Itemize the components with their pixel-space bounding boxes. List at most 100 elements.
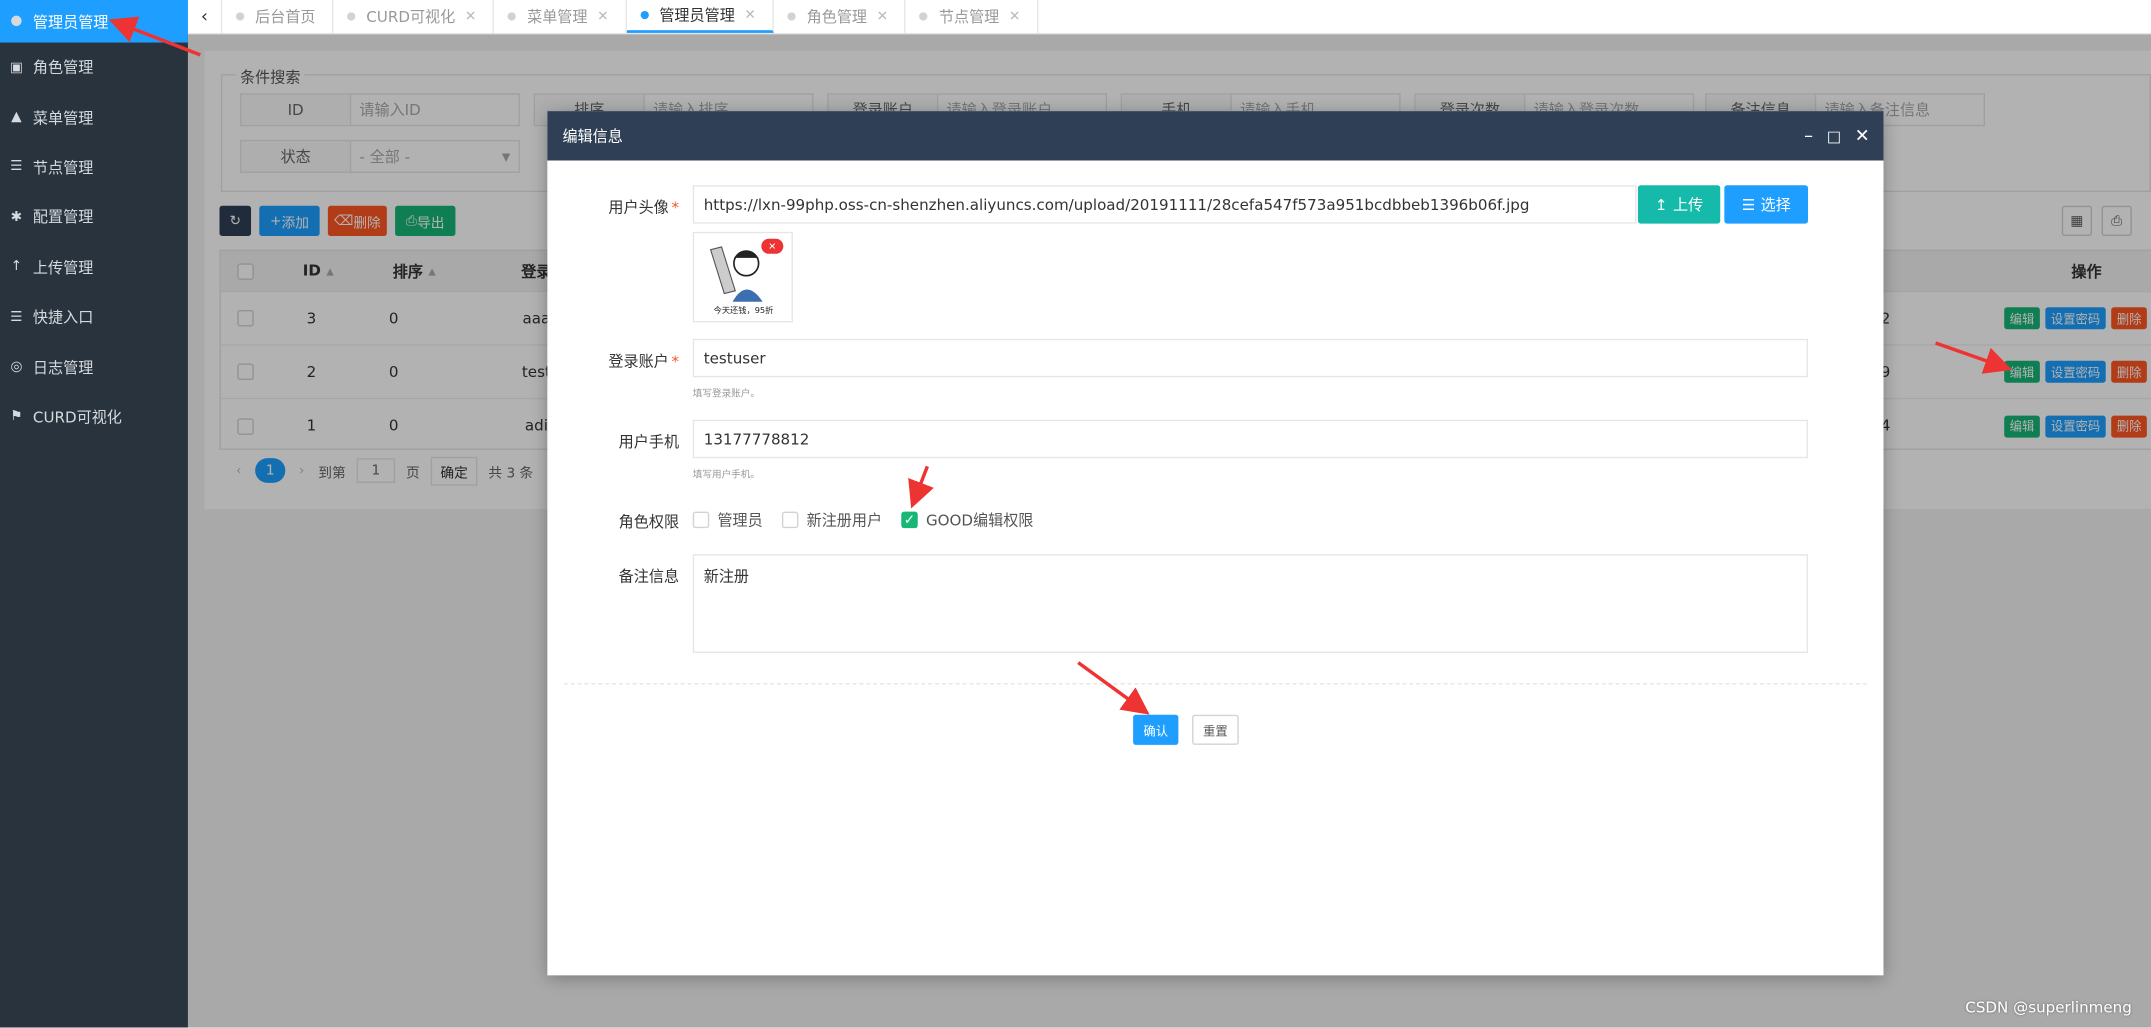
sidebar-item-label: 节点管理: [32, 159, 94, 177]
list-icon: ☰: [10, 309, 23, 325]
required-mark: *: [671, 198, 680, 217]
sidebar-item-label: 日志管理: [32, 358, 94, 377]
role-checkbox-good-edit[interactable]: ✓ GOOD编辑权限: [901, 509, 1033, 531]
form-divider: [563, 683, 1868, 685]
role-option-label: GOOD编辑权限: [925, 511, 1034, 530]
tab-dot: [787, 12, 796, 21]
reset-button[interactable]: 重置: [1192, 714, 1239, 745]
sidebar-item-label: 角色管理: [32, 59, 94, 78]
select-button-label: 选择: [1760, 196, 1791, 215]
tab-role[interactable]: 角色管理 ✕: [774, 0, 906, 33]
role-checkbox-admin[interactable]: 管理员: [692, 509, 763, 531]
sidebar-item-shortcut[interactable]: ☰ 快捷入口: [0, 292, 188, 342]
user-icon: ●: [10, 13, 23, 29]
phone-label: 用户手机: [618, 433, 680, 452]
tab-home[interactable]: 后台首页: [222, 0, 334, 33]
sidebar-item-admin[interactable]: ● 管理员管理: [0, 0, 188, 43]
upload-arrow-icon: ↑: [10, 259, 23, 275]
upload-button-label: 上传: [1673, 196, 1704, 215]
tab-dot: [507, 12, 517, 21]
account-hint: 填写登录账户。: [692, 388, 760, 400]
sidebar-item-role[interactable]: ▣ 角色管理: [0, 43, 188, 93]
chevron-left-icon: ‹: [200, 6, 208, 27]
upload-button[interactable]: ↥ 上传: [1637, 185, 1721, 224]
account-label: 登录账户 *: [547, 350, 679, 372]
close-icon[interactable]: ✕: [1855, 126, 1870, 147]
tab-menu[interactable]: 菜单管理 ✕: [494, 0, 627, 33]
tab-label: 菜单管理: [527, 8, 588, 27]
tree-icon: ▲: [11, 109, 22, 125]
log-icon: ◎: [10, 359, 23, 375]
select-button[interactable]: ☰ 选择: [1724, 185, 1809, 224]
role-checkbox-new-user[interactable]: 新注册用户: [781, 509, 883, 531]
sidebar-item-label: 管理员管理: [32, 13, 109, 31]
tab-admin[interactable]: 管理员管理 ✕: [626, 0, 774, 33]
tab-label: CURD可视化: [366, 8, 456, 27]
sidebar-item-menu[interactable]: ▲ 菜单管理: [0, 92, 188, 142]
sidebar-item-curd[interactable]: ⚑ CURD可视化: [0, 392, 188, 442]
sidebar-item-node[interactable]: ☰ 节点管理: [0, 142, 188, 192]
roles-checkbox-group: 管理员 新注册用户 ✓ GOOD编辑权限: [692, 509, 1053, 531]
minimize-icon[interactable]: –: [1804, 126, 1813, 147]
checkbox-box: [692, 511, 710, 529]
role-icon: ▣: [9, 59, 23, 76]
sidebar-item-config[interactable]: ✱ 配置管理: [0, 192, 188, 242]
sidebar-item-label: 菜单管理: [32, 109, 94, 127]
phone-hint: 填写用户手机。: [692, 469, 760, 481]
avatar-url-input[interactable]: https://lxn-99php.oss-cn-shenzhen.aliyun…: [692, 185, 1637, 224]
remark-textarea[interactable]: 新注册: [692, 554, 1809, 653]
avatar-label: 用户头像 *: [547, 196, 679, 218]
tab-curd[interactable]: CURD可视化 ✕: [333, 0, 495, 33]
avatar-thumbnail: 今天还钱，95折 ✕: [692, 231, 793, 323]
avatar-label-text: 用户头像: [608, 198, 669, 217]
tab-bar: ‹ 后台首页 CURD可视化 ✕ 菜单管理 ✕ 管理员管理 ✕ 角色管理 ✕ 节…: [187, 0, 2151, 35]
modal-header: 编辑信息 – □ ✕: [547, 111, 1884, 161]
sidebar-item-label: 上传管理: [32, 258, 94, 277]
close-icon[interactable]: ✕: [597, 9, 609, 24]
tab-label: 节点管理: [938, 8, 1000, 27]
remove-image-icon[interactable]: ✕: [761, 238, 784, 254]
close-icon[interactable]: ✕: [465, 9, 477, 24]
gear-icon: ✱: [10, 209, 23, 225]
tab-label: 后台首页: [255, 8, 316, 27]
close-icon[interactable]: ✕: [1009, 9, 1021, 24]
avatar-thumb-caption: 今天还钱，95折: [714, 305, 774, 315]
sidebar: ● 管理员管理 ▣ 角色管理 ▲ 菜单管理 ☰ 节点管理 ✱ 配置管理 ↑ 上传…: [0, 0, 188, 1028]
phone-input[interactable]: 13177778812: [692, 419, 1809, 459]
remark-label: 备注信息: [618, 567, 680, 586]
tab-dot: [347, 12, 356, 21]
tab-label: 管理员管理: [659, 6, 735, 25]
required-mark: *: [671, 352, 680, 371]
sidebar-item-label: 配置管理: [32, 209, 94, 227]
account-input[interactable]: testuser: [692, 338, 1809, 378]
tab-dot: [235, 12, 245, 21]
tab-scroll-left-button[interactable]: ‹: [188, 0, 223, 33]
checkmark-icon: ✓: [901, 511, 918, 529]
checkbox-box: [781, 511, 799, 529]
role-option-label: 新注册用户: [806, 511, 883, 530]
flag-icon: ⚑: [10, 409, 23, 425]
sidebar-item-label: CURD可视化: [32, 408, 122, 427]
list-icon: ☰: [1741, 195, 1756, 214]
edit-modal: 编辑信息 – □ ✕ 用户头像 * https://lxn-99php.oss-c…: [547, 111, 1884, 976]
tab-label: 角色管理: [806, 8, 868, 27]
account-label-text: 登录账户: [608, 352, 669, 371]
app-window: ● 管理员管理 ▣ 角色管理 ▲ 菜单管理 ☰ 节点管理 ✱ 配置管理 ↑ 上传…: [0, 0, 2151, 1028]
close-icon[interactable]: ✕: [877, 9, 889, 24]
tab-dot: [919, 12, 928, 21]
sidebar-item-log[interactable]: ◎ 日志管理: [0, 342, 188, 392]
tab-dot: [640, 10, 649, 20]
watermark: CSDN @superlinmeng: [1965, 998, 2132, 1017]
upload-icon: ↥: [1654, 195, 1668, 214]
sidebar-item-upload[interactable]: ↑ 上传管理: [0, 242, 188, 292]
list-icon: ☰: [10, 159, 23, 175]
confirm-button[interactable]: 确认: [1133, 714, 1179, 745]
modal-title: 编辑信息: [562, 127, 623, 146]
maximize-icon[interactable]: □: [1827, 127, 1841, 145]
tab-node[interactable]: 节点管理 ✕: [906, 0, 1039, 33]
role-option-label: 管理员: [717, 511, 763, 530]
roles-label: 角色权限: [618, 513, 680, 531]
close-icon[interactable]: ✕: [744, 8, 756, 23]
sidebar-item-label: 快捷入口: [32, 308, 94, 327]
modal-controls: – □ ✕: [1804, 111, 1870, 160]
